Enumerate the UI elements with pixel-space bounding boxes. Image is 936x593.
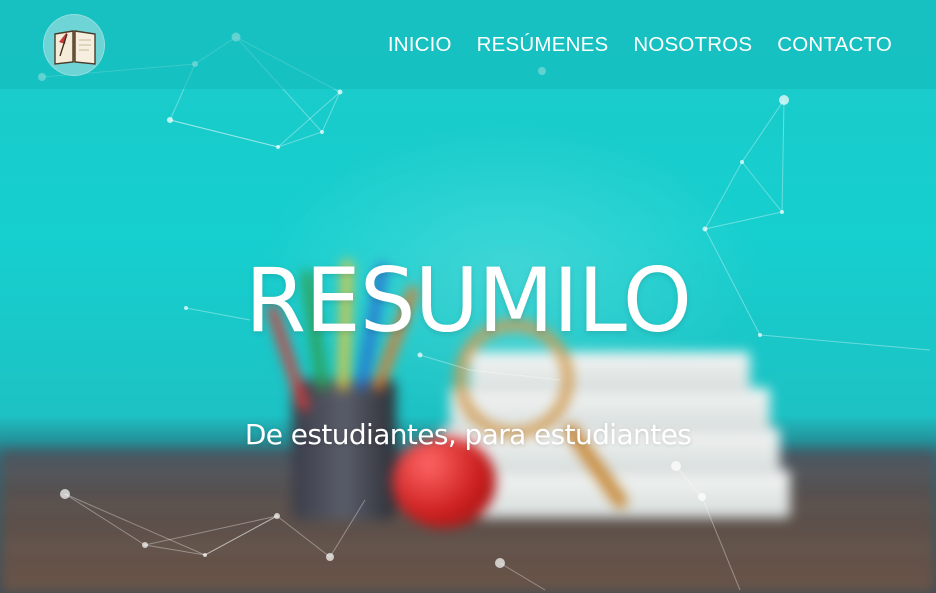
main-menu: INICIO RESÚMENES NOSOTROS CONTACTO [388, 32, 892, 58]
hero-title: RESUMILO [244, 249, 692, 352]
open-book-quill-icon[interactable] [43, 14, 105, 76]
top-navbar: INICIO RESÚMENES NOSOTROS CONTACTO [0, 0, 936, 89]
nav-link-inicio[interactable]: INICIO [388, 32, 452, 58]
nav-link-nosotros[interactable]: NOSOTROS [633, 32, 752, 58]
hero-subtitle: De estudiantes, para estudiantes [244, 418, 692, 451]
nav-link-resumenes[interactable]: RESÚMENES [477, 32, 609, 58]
nav-link-contacto[interactable]: CONTACTO [777, 32, 892, 58]
hero-section: INICIO RESÚMENES NOSOTROS CONTACTO RESUM… [0, 0, 936, 593]
